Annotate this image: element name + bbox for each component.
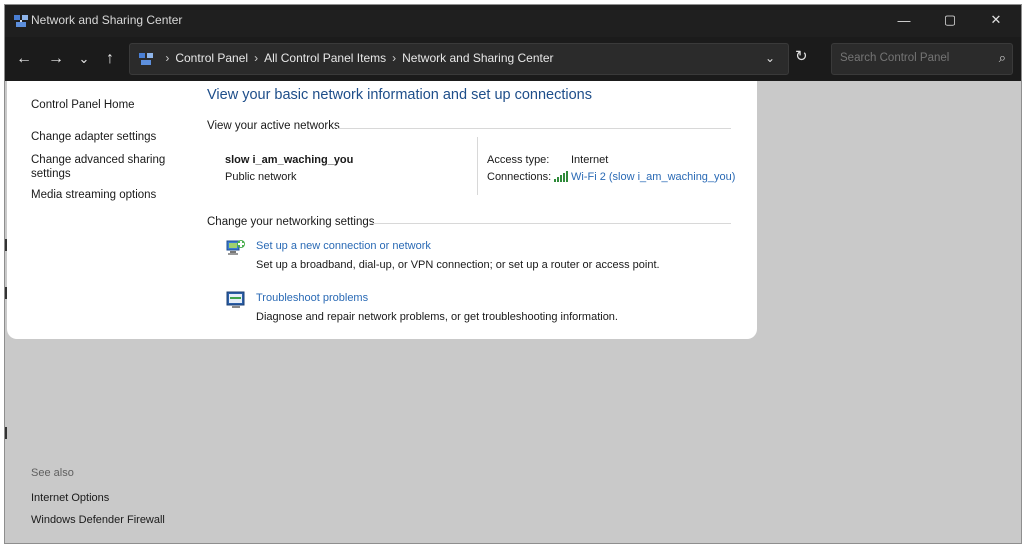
wifi-signal-icon bbox=[554, 171, 568, 182]
network-name: slow i_am_waching_you bbox=[225, 154, 354, 166]
breadcrumb-separator[interactable]: › bbox=[392, 51, 396, 65]
recent-locations-chevron-icon[interactable]: ⌄ bbox=[71, 47, 97, 71]
network-sharing-window: Network and Sharing Center — ▢ ✕ ← → ⌄ ↑… bbox=[4, 4, 1022, 544]
maximize-button[interactable]: ▢ bbox=[927, 5, 973, 35]
navigation-bar: ← → ⌄ ↑ › Control Panel › All Control Panel… bbox=[5, 37, 1021, 81]
address-bar[interactable]: › Control Panel › All Control Panel Items › N… bbox=[129, 43, 789, 75]
forward-arrow-icon[interactable]: → bbox=[43, 47, 69, 71]
sidebar-item-change-adapter-settings[interactable]: Change adapter settings bbox=[31, 131, 156, 143]
page-title: View your basic network information and … bbox=[207, 87, 593, 103]
breadcrumb-control-panel[interactable]: Control Panel bbox=[175, 51, 248, 65]
connections-label: Connections: bbox=[487, 171, 552, 183]
edge-fragment bbox=[5, 427, 7, 439]
breadcrumb-network-sharing-center[interactable]: Network and Sharing Center bbox=[402, 51, 553, 65]
title-bar[interactable]: Network and Sharing Center — ▢ ✕ bbox=[5, 5, 1021, 37]
sidebar-item-media-streaming-options[interactable]: Media streaming options bbox=[31, 189, 156, 201]
window-title: Network and Sharing Center bbox=[31, 13, 183, 27]
breadcrumb-all-items[interactable]: All Control Panel Items bbox=[264, 51, 386, 65]
access-type-value: Internet bbox=[571, 154, 609, 166]
back-arrow-icon[interactable]: ← bbox=[11, 47, 37, 71]
sidebar-item-change-advanced-sharing-settings[interactable]: Change advanced sharing settings bbox=[31, 153, 171, 181]
close-button[interactable]: ✕ bbox=[973, 5, 1019, 35]
divider bbox=[369, 223, 731, 224]
address-dropdown-chevron-icon[interactable]: ⌄ bbox=[765, 51, 775, 65]
search-icon[interactable]: ⌕ bbox=[999, 50, 1006, 66]
network-app-icon bbox=[14, 15, 28, 27]
troubleshoot-icon bbox=[226, 291, 245, 308]
up-arrow-icon[interactable]: ↑ bbox=[97, 47, 123, 71]
setup-new-connection-description: Set up a broadband, dial-up, or VPN conn… bbox=[256, 259, 660, 271]
troubleshoot-problems-description: Diagnose and repair network problems, or… bbox=[256, 311, 618, 323]
divider bbox=[477, 137, 478, 195]
active-networks-title: View your active networks bbox=[207, 120, 340, 132]
refresh-icon[interactable]: ↻ bbox=[795, 47, 808, 65]
breadcrumb: › Control Panel › All Control Panel Items › N… bbox=[138, 51, 554, 67]
internet-options-link[interactable]: Internet Options bbox=[31, 492, 109, 504]
sidebar-item-control-panel-home[interactable]: Control Panel Home bbox=[31, 99, 135, 111]
divider bbox=[337, 128, 731, 129]
network-type: Public network bbox=[225, 171, 297, 183]
minimize-button[interactable]: — bbox=[881, 5, 927, 35]
main-panel: Control Panel Home Change adapter settin… bbox=[7, 81, 757, 339]
networking-settings-title: Change your networking settings bbox=[207, 216, 375, 228]
breadcrumb-separator[interactable]: › bbox=[165, 51, 169, 65]
troubleshoot-problems-link[interactable]: Troubleshoot problems bbox=[256, 292, 368, 304]
see-also-title: See also bbox=[31, 467, 74, 479]
setup-new-connection-link[interactable]: Set up a new connection or network bbox=[256, 240, 431, 252]
control-panel-icon bbox=[139, 53, 153, 65]
new-connection-icon bbox=[226, 240, 245, 255]
windows-defender-firewall-link[interactable]: Windows Defender Firewall bbox=[31, 514, 165, 526]
content-area: Control Panel Home Change adapter settin… bbox=[5, 81, 1021, 543]
breadcrumb-separator[interactable]: › bbox=[254, 51, 258, 65]
wifi-connection-link[interactable]: Wi-Fi 2 (slow i_am_waching_you) bbox=[571, 171, 735, 183]
access-type-label: Access type: bbox=[487, 154, 550, 166]
search-input[interactable] bbox=[838, 51, 992, 65]
search-box[interactable]: ⌕ bbox=[831, 43, 1013, 75]
